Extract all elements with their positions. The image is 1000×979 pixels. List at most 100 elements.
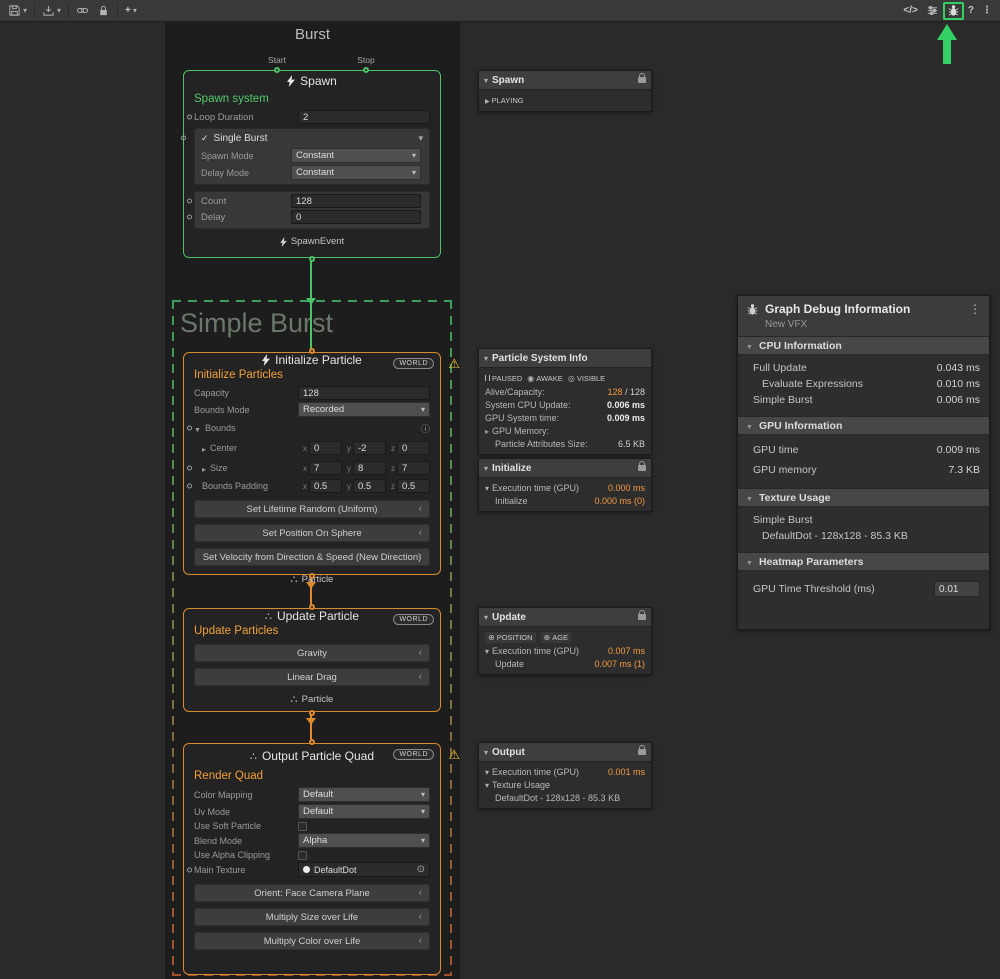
input-port-icon[interactable] — [187, 466, 192, 471]
center-z-field[interactable] — [397, 441, 430, 455]
delay-mode-dropdown[interactable]: Constant — [291, 165, 421, 180]
update-input-port[interactable] — [309, 604, 315, 610]
chevron-down-icon[interactable] — [484, 463, 488, 474]
update-node-header[interactable]: Update Particle WORLD — [184, 609, 440, 623]
initialize-input-port[interactable] — [309, 348, 315, 354]
lock-icon[interactable] — [638, 465, 646, 471]
block-set-lifetime[interactable]: Set Lifetime Random (Uniform) — [194, 500, 430, 518]
code-view-button[interactable]: </> — [899, 2, 921, 20]
input-port-icon[interactable] — [187, 867, 192, 872]
uv-mode-dropdown[interactable]: Default — [298, 804, 430, 819]
foldout-open-icon[interactable] — [746, 420, 753, 432]
chevron-down-icon[interactable] — [484, 353, 488, 364]
section-cpu-information[interactable]: CPU Information — [738, 336, 989, 355]
output-input-port[interactable] — [309, 739, 315, 745]
center-y-field[interactable] — [353, 441, 386, 455]
output-node-header[interactable]: Output Particle Quad WORLD — [184, 744, 440, 768]
block-orient[interactable]: Orient: Face Camera Plane — [194, 884, 430, 902]
bounds-mode-dropdown[interactable]: Recorded — [298, 402, 430, 417]
input-port-icon[interactable] — [187, 484, 192, 489]
update-output-port[interactable] — [309, 710, 315, 716]
panel-initialize-header[interactable]: Initialize — [479, 459, 651, 478]
chevron-down-icon[interactable] — [485, 483, 489, 493]
info-icon[interactable] — [421, 419, 430, 437]
node-initialize-particle[interactable]: ⚠ Initialize Particle WORLD Initialize P… — [183, 352, 441, 575]
blend-mode-dropdown[interactable]: Alpha — [298, 833, 430, 848]
chevron-down-icon[interactable] — [485, 780, 489, 790]
padding-y-field[interactable] — [353, 479, 386, 493]
more-menu-button[interactable]: ⋮ — [978, 2, 996, 20]
object-picker-icon[interactable] — [417, 864, 425, 875]
node-spawn[interactable]: Start Stop Spawn Spawn system Loop Durat… — [183, 70, 441, 258]
count-field[interactable] — [291, 194, 421, 208]
section-heatmap-parameters[interactable]: Heatmap Parameters — [738, 552, 989, 571]
panel-output-header[interactable]: Output — [479, 743, 651, 762]
node-output-particle-quad[interactable]: ⚠ Output Particle Quad WORLD Render Quad… — [183, 743, 441, 975]
chevron-down-icon[interactable] — [484, 612, 488, 623]
gpu-time-threshold-field[interactable] — [934, 581, 980, 597]
capacity-field[interactable] — [298, 386, 430, 400]
main-texture-object-field[interactable]: DefaultDot — [298, 862, 430, 877]
spawn-stop-port[interactable] — [363, 67, 369, 73]
lock-icon[interactable] — [638, 614, 646, 620]
spawn-mode-dropdown[interactable]: Constant — [291, 148, 421, 163]
delay-field[interactable] — [291, 210, 421, 224]
soft-particle-checkbox[interactable] — [298, 822, 307, 831]
center-x-field[interactable] — [309, 441, 342, 455]
size-x-field[interactable] — [309, 461, 342, 475]
debug-panel-header[interactable]: Graph Debug Information ⋮ New VFX — [738, 296, 989, 336]
chevron-down-icon[interactable] — [485, 767, 489, 777]
input-port-icon[interactable] — [187, 115, 192, 120]
padding-z-field[interactable] — [397, 479, 430, 493]
chevron-down-icon[interactable] — [484, 747, 488, 758]
control-sliders-button[interactable] — [922, 2, 943, 20]
foldout-open-icon[interactable] — [746, 492, 753, 504]
block-multiply-size[interactable]: Multiply Size over Life — [194, 908, 430, 926]
section-texture-usage[interactable]: Texture Usage — [738, 488, 989, 507]
size-y-field[interactable] — [353, 461, 386, 475]
loop-duration-field[interactable] — [298, 110, 430, 124]
chevron-down-icon[interactable] — [485, 646, 489, 656]
single-burst-header[interactable]: Single Burst — [201, 130, 423, 147]
input-port-icon[interactable] — [187, 215, 192, 220]
panel-spawn-header[interactable]: Spawn — [479, 71, 651, 90]
initialize-output-port[interactable] — [309, 573, 315, 579]
debug-bug-button[interactable] — [943, 2, 964, 20]
initialize-node-header[interactable]: Initialize Particle WORLD — [184, 353, 440, 367]
block-gravity[interactable]: Gravity — [194, 644, 430, 662]
panel-update-header[interactable]: Update — [479, 608, 651, 627]
padding-x-field[interactable] — [309, 479, 342, 493]
foldout-open-icon[interactable] — [746, 556, 753, 568]
lock-icon[interactable] — [638, 77, 646, 83]
foldout-closed-icon[interactable] — [485, 426, 489, 436]
lock-button[interactable] — [93, 2, 114, 20]
spawn-output-port[interactable] — [309, 256, 315, 262]
block-multiply-color[interactable]: Multiply Color over Life — [194, 932, 430, 950]
foldout-closed-icon[interactable] — [202, 459, 206, 477]
section-gpu-information[interactable]: GPU Information — [738, 416, 989, 435]
link-button[interactable] — [72, 2, 93, 20]
foldout-closed-icon[interactable] — [202, 439, 206, 457]
foldout-open-icon[interactable] — [746, 340, 753, 352]
input-port-icon[interactable] — [187, 426, 192, 431]
input-port-icon[interactable] — [181, 136, 186, 141]
node-update-particle[interactable]: Update Particle WORLD Update Particles G… — [183, 608, 441, 712]
input-port-icon[interactable] — [187, 199, 192, 204]
chevron-down-icon[interactable] — [418, 133, 423, 144]
kebab-menu-icon[interactable]: ⋮ — [969, 302, 981, 316]
block-set-position[interactable]: Set Position On Sphere — [194, 524, 430, 542]
size-z-field[interactable] — [397, 461, 430, 475]
panel-system-info-header[interactable]: Particle System Info — [479, 349, 651, 368]
block-linear-drag[interactable]: Linear Drag — [194, 668, 430, 686]
spawn-start-port[interactable] — [274, 67, 280, 73]
single-burst-block[interactable]: Single Burst Spawn Mode Constant Delay M… — [194, 128, 430, 185]
add-button[interactable]: + — [121, 2, 141, 20]
lock-icon[interactable] — [638, 749, 646, 755]
alpha-clipping-checkbox[interactable] — [298, 851, 307, 860]
spawn-node-header[interactable]: Spawn — [184, 71, 440, 91]
block-set-velocity[interactable]: Set Velocity from Direction & Speed (New… — [194, 548, 430, 566]
graph-canvas[interactable]: Burst Simple Burst Start Stop Spawn — [0, 22, 1000, 979]
save-as-button[interactable] — [38, 2, 65, 20]
save-button[interactable] — [4, 2, 31, 20]
color-mapping-dropdown[interactable]: Default — [298, 787, 430, 802]
